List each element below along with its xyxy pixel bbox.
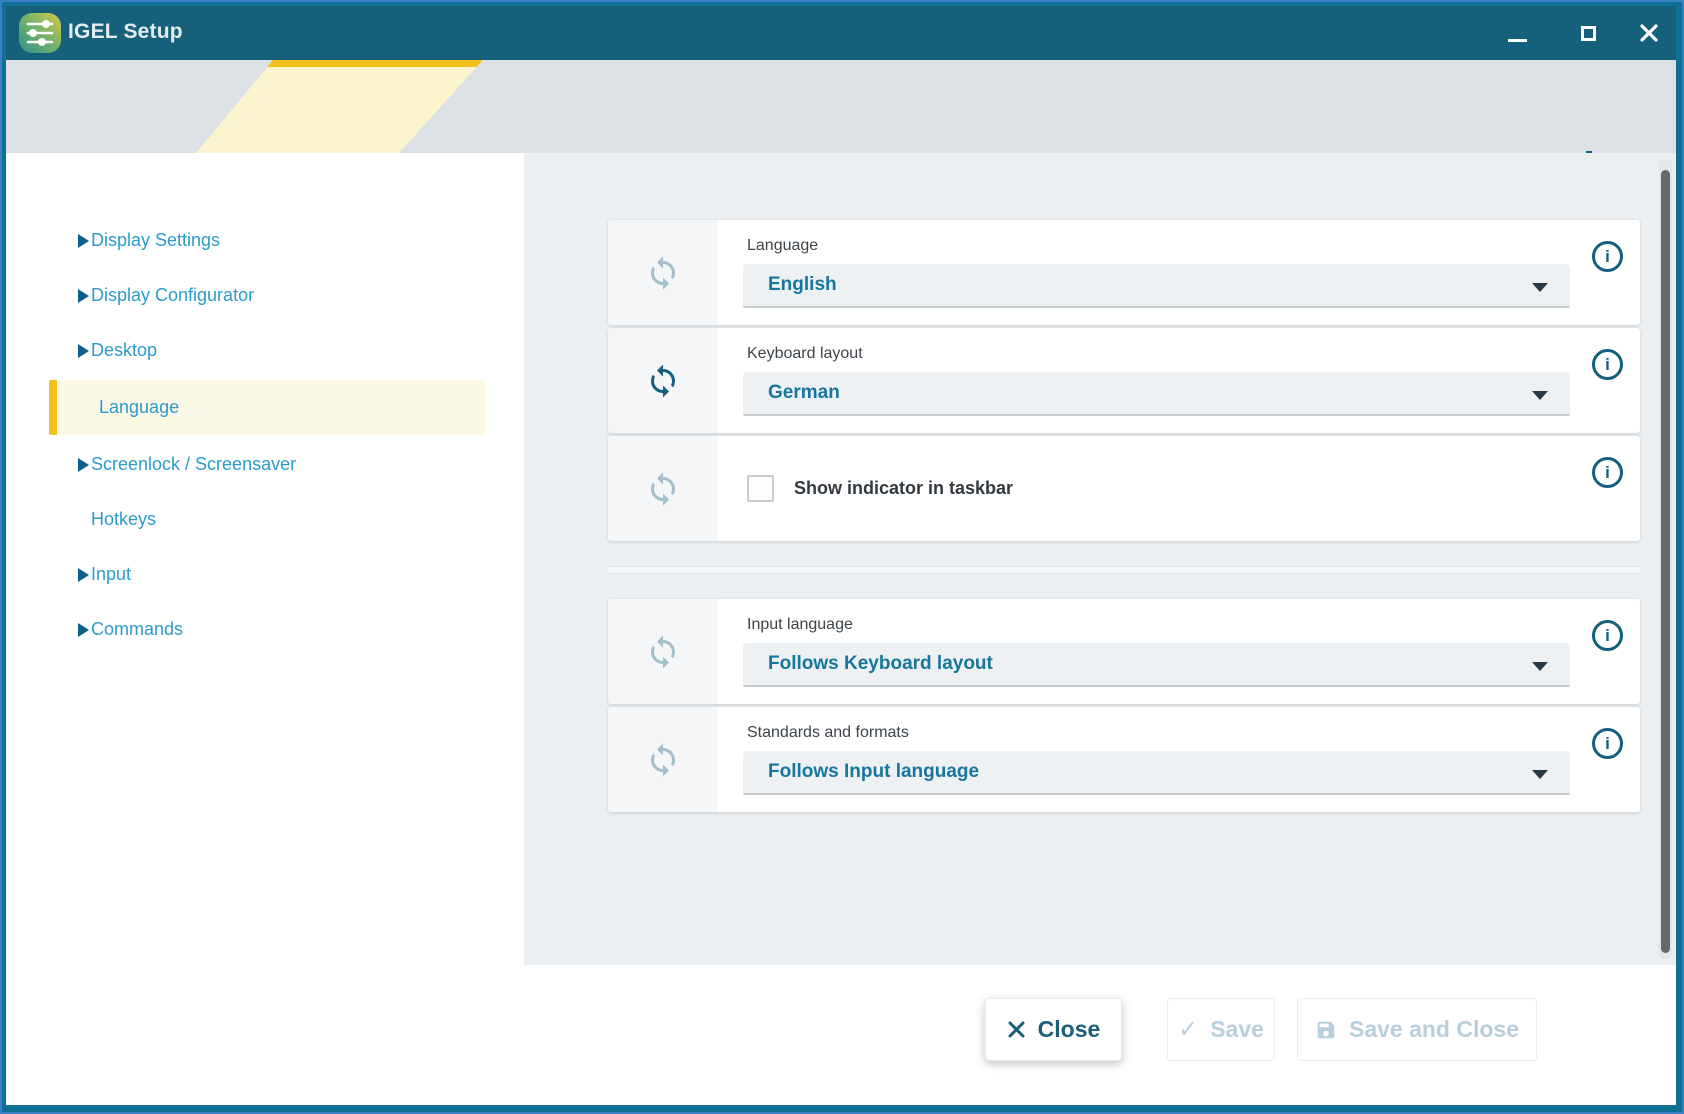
sidebar-item-hotkeys[interactable]: Hotkeys	[49, 492, 485, 547]
standards-formats-dropdown[interactable]: Follows Input language	[743, 751, 1570, 795]
expand-triangle-icon	[78, 623, 89, 637]
sync-icon	[645, 742, 681, 778]
sidebar-item-display-settings[interactable]: Display Settings	[49, 213, 485, 268]
igel-logo-icon	[19, 13, 61, 53]
info-icon[interactable]: i	[1592, 620, 1623, 651]
sync-icon	[645, 471, 681, 507]
save-button[interactable]: ✓ Save	[1167, 998, 1275, 1061]
setting-row-show-indicator: Show indicator in taskbar i	[608, 436, 1640, 541]
sync-icon	[645, 255, 681, 291]
main-area: Display Settings Display Configurator De…	[6, 153, 1676, 965]
sidebar-item-commands[interactable]: Commands	[49, 602, 485, 657]
field-label: Standards and formats	[747, 724, 1640, 742]
input-language-dropdown[interactable]: Follows Keyboard layout	[743, 643, 1570, 687]
settings-panel: Language English i	[524, 153, 1676, 965]
title-bar: IGEL Setup	[6, 6, 1676, 60]
language-dropdown[interactable]: English	[743, 264, 1570, 308]
sidebar-item-language[interactable]: Language	[49, 380, 485, 435]
check-icon: ✓	[1178, 1015, 1198, 1044]
info-icon[interactable]: i	[1592, 728, 1623, 759]
sidebar-item-input[interactable]: Input	[49, 547, 485, 602]
close-x-icon	[1007, 1020, 1026, 1039]
maximize-button[interactable]	[1573, 18, 1603, 48]
reset-button[interactable]	[608, 707, 718, 812]
field-label: Input language	[747, 616, 1640, 634]
chevron-down-icon	[1532, 662, 1548, 671]
save-floppy-icon	[1315, 1019, 1337, 1041]
expand-triangle-icon	[78, 344, 89, 358]
reset-button[interactable]	[608, 328, 718, 433]
sync-icon	[645, 634, 681, 670]
info-icon[interactable]: i	[1592, 349, 1623, 380]
save-and-close-button[interactable]: Save and Close	[1297, 998, 1537, 1061]
chevron-down-icon	[1532, 770, 1548, 779]
field-label: Keyboard layout	[747, 345, 1640, 363]
tab-bar: Accessories User Interface Network Devic…	[6, 60, 1676, 153]
info-icon[interactable]: i	[1592, 457, 1623, 488]
footer-bar: Close ✓ Save Save and Close	[6, 965, 1676, 1105]
sidebar-item-desktop[interactable]: Desktop	[49, 323, 485, 378]
sidebar-item-screenlock-screensaver[interactable]: Screenlock / Screensaver	[49, 437, 485, 492]
sidebar-item-display-configurator[interactable]: Display Configurator	[49, 268, 485, 323]
window-chrome: IGEL Setup Accessories User Interface Ne…	[6, 6, 1676, 1105]
window-title: IGEL Setup	[68, 20, 183, 44]
setting-row-input-language: Input language Follows Keyboard layout i	[608, 599, 1640, 704]
keyboard-layout-dropdown[interactable]: German	[743, 372, 1570, 416]
active-tab-highlight	[196, 60, 483, 153]
chevron-down-icon	[1532, 283, 1548, 292]
show-indicator-checkbox[interactable]	[747, 475, 774, 502]
close-icon	[1639, 23, 1659, 43]
setting-row-language: Language English i	[608, 220, 1640, 325]
sync-icon	[645, 363, 681, 399]
group-divider	[608, 566, 1640, 574]
setting-row-keyboard-layout: Keyboard layout German i	[608, 328, 1640, 433]
info-icon[interactable]: i	[1592, 241, 1623, 272]
igel-setup-window: IGEL Setup Accessories User Interface Ne…	[0, 0, 1684, 1114]
expand-triangle-icon	[78, 289, 89, 303]
chevron-down-icon	[1532, 391, 1548, 400]
close-button[interactable]: Close	[985, 998, 1122, 1061]
expand-triangle-icon	[78, 568, 89, 582]
expand-triangle-icon	[78, 234, 89, 248]
setting-row-standards-formats: Standards and formats Follows Input lang…	[608, 707, 1640, 812]
expand-triangle-icon	[78, 458, 89, 472]
close-window-button[interactable]	[1634, 18, 1664, 48]
reset-button[interactable]	[608, 220, 718, 325]
reset-button[interactable]	[608, 599, 718, 704]
sidebar-tree: Display Settings Display Configurator De…	[6, 153, 524, 965]
scrollbar-thumb[interactable]	[1661, 170, 1670, 953]
reset-button[interactable]	[608, 436, 718, 541]
minimize-button[interactable]	[1502, 18, 1532, 48]
field-label: Language	[747, 237, 1640, 255]
